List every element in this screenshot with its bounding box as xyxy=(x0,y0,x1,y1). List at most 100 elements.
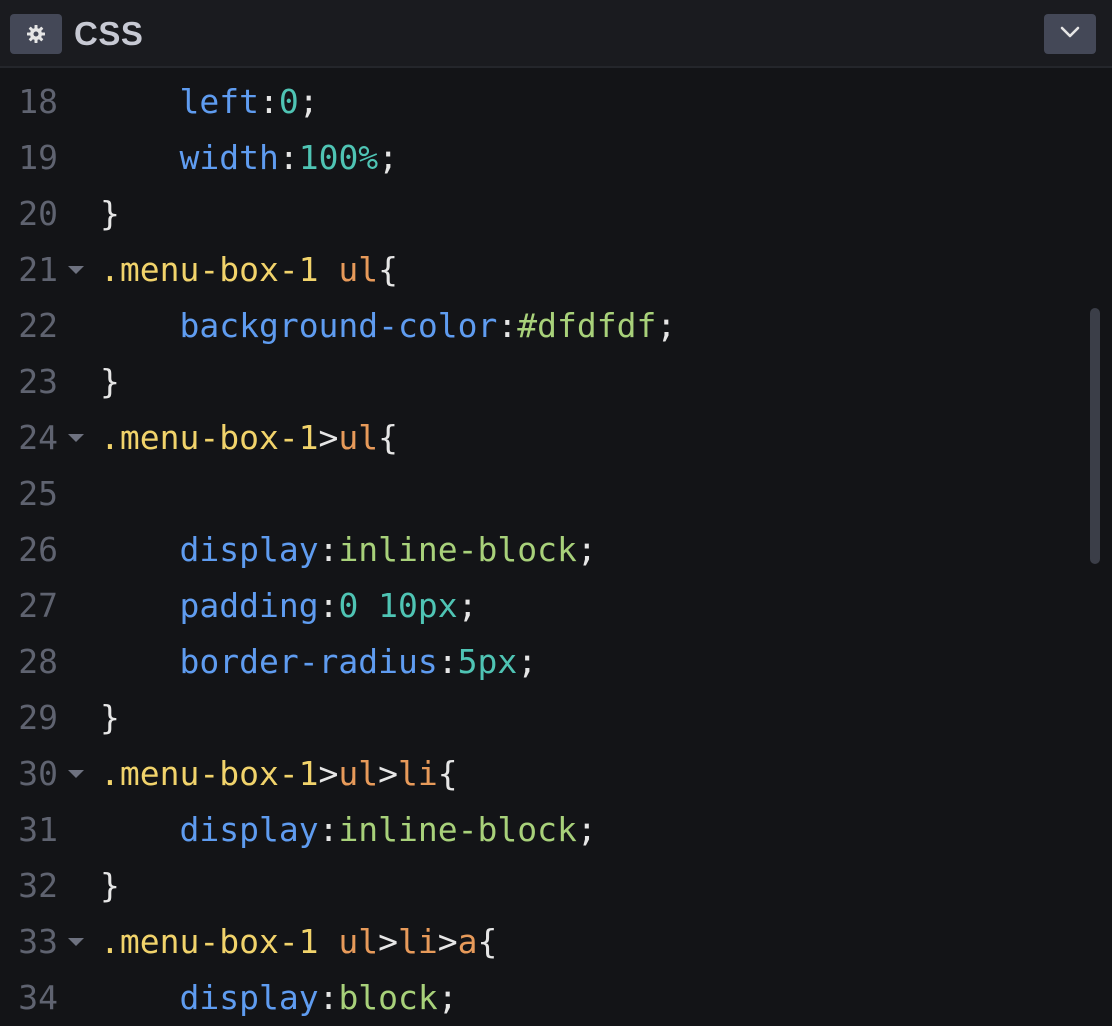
token-tag: ul xyxy=(338,418,379,457)
token-prop: padding xyxy=(179,586,319,625)
fold-toggle-icon[interactable] xyxy=(66,410,86,466)
token-sel: .menu-box-1 xyxy=(100,922,339,961)
line-number: 31 xyxy=(18,810,58,849)
code-line[interactable]: 29} xyxy=(0,690,1080,746)
token-val: inline-block xyxy=(338,530,577,569)
token-prop: display xyxy=(179,530,319,569)
code-text: display:inline-block; xyxy=(100,522,596,578)
line-number: 20 xyxy=(18,194,58,233)
token-punc: ; xyxy=(378,138,399,177)
code-text: width:100%; xyxy=(100,130,398,186)
token-punc: > xyxy=(378,922,399,961)
code-line[interactable]: 31 display:inline-block; xyxy=(0,802,1080,858)
code-line[interactable]: 25 xyxy=(0,466,1080,522)
line-number: 23 xyxy=(18,362,58,401)
token-tag: li xyxy=(398,754,438,793)
code-line[interactable]: 32} xyxy=(0,858,1080,914)
code-line[interactable]: 19 width:100%; xyxy=(0,130,1080,186)
code-text: border-radius:5px; xyxy=(100,634,537,690)
code-text: display:inline-block; xyxy=(100,802,596,858)
token-punc: } xyxy=(100,362,120,401)
fold-toggle-icon[interactable] xyxy=(66,914,86,970)
token-prop: background-color xyxy=(179,306,498,345)
vertical-scrollbar[interactable] xyxy=(1090,308,1100,564)
token-punc: : xyxy=(318,810,339,849)
token-punc: : xyxy=(437,642,458,681)
line-number: 21 xyxy=(18,250,58,289)
token-punc: ; xyxy=(457,586,478,625)
code-text: } xyxy=(100,354,120,410)
code-line[interactable]: 26 display:inline-block; xyxy=(0,522,1080,578)
line-number: 27 xyxy=(18,586,58,625)
editor-title: CSS xyxy=(74,15,144,52)
token-punc: ; xyxy=(437,978,458,1017)
line-number: 26 xyxy=(18,530,58,569)
token-punc: > xyxy=(318,754,339,793)
code-text: } xyxy=(100,858,120,914)
code-text: .menu-box-1>ul>li{ xyxy=(100,746,458,802)
css-editor-panel: CSS 18 left:0; 19 width:100%; 20} 21 .menu-b… xyxy=(0,0,1112,1026)
token-punc: ; xyxy=(298,82,319,121)
code-line[interactable]: 22 background-color:#dfdfdf; xyxy=(0,298,1080,354)
token-tag: a xyxy=(457,922,478,961)
code-text: } xyxy=(100,690,120,746)
code-line[interactable]: 20} xyxy=(0,186,1080,242)
fold-toggle-icon[interactable] xyxy=(66,746,86,802)
token-punc: : xyxy=(318,978,339,1017)
code-line[interactable]: 27 padding:0 10px; xyxy=(0,578,1080,634)
token-punc: } xyxy=(100,866,120,905)
code-line[interactable]: 30 .menu-box-1>ul>li{ xyxy=(0,746,1080,802)
code-line[interactable]: 23} xyxy=(0,354,1080,410)
token-punc: > xyxy=(318,418,339,457)
code-line[interactable]: 34 display:block; xyxy=(0,970,1080,1026)
token-num: 5px xyxy=(457,642,518,681)
token-punc: ; xyxy=(656,306,677,345)
code-text: .menu-box-1>ul{ xyxy=(100,410,398,466)
token-num: 100% xyxy=(298,138,379,177)
token-punc: : xyxy=(497,306,518,345)
token-tag: ul xyxy=(338,250,379,289)
token-punc: : xyxy=(278,138,299,177)
code-line[interactable]: 18 left:0; xyxy=(0,74,1080,130)
line-number: 25 xyxy=(18,474,58,513)
line-number: 33 xyxy=(18,922,58,961)
line-number: 29 xyxy=(18,698,58,737)
token-tag: ul xyxy=(338,754,379,793)
token-punc: { xyxy=(437,754,458,793)
token-punc: > xyxy=(378,754,399,793)
token-sel: .menu-box-1 xyxy=(100,754,319,793)
token-punc: : xyxy=(258,82,279,121)
line-number: 30 xyxy=(18,754,58,793)
code-line[interactable]: 21 .menu-box-1 ul{ xyxy=(0,242,1080,298)
token-num: 0 xyxy=(278,82,299,121)
settings-button[interactable] xyxy=(10,14,62,54)
code-text: background-color:#dfdfdf; xyxy=(100,298,676,354)
token-num: 0 10px xyxy=(338,586,458,625)
code-line[interactable]: 24 .menu-box-1>ul{ xyxy=(0,410,1080,466)
token-sel: .menu-box-1 xyxy=(100,250,339,289)
line-number: 18 xyxy=(18,82,58,121)
fold-toggle-icon[interactable] xyxy=(66,242,86,298)
token-prop: left xyxy=(179,82,259,121)
token-punc: > xyxy=(437,922,458,961)
line-number: 32 xyxy=(18,866,58,905)
token-punc: : xyxy=(318,530,339,569)
line-number: 28 xyxy=(18,642,58,681)
token-punc: { xyxy=(378,250,399,289)
token-punc: } xyxy=(100,194,120,233)
line-number: 34 xyxy=(18,978,58,1017)
token-prop: display xyxy=(179,810,319,849)
collapse-button[interactable] xyxy=(1044,14,1096,54)
token-val: inline-block xyxy=(338,810,577,849)
code-line[interactable]: 33 .menu-box-1 ul>li>a{ xyxy=(0,914,1080,970)
code-editor[interactable]: 18 left:0; 19 width:100%; 20} 21 .menu-box-1… xyxy=(0,68,1112,1026)
token-punc: : xyxy=(318,586,339,625)
code-line[interactable]: 28 border-radius:5px; xyxy=(0,634,1080,690)
token-tag: ul xyxy=(338,922,379,961)
code-text: .menu-box-1 ul{ xyxy=(100,242,398,298)
